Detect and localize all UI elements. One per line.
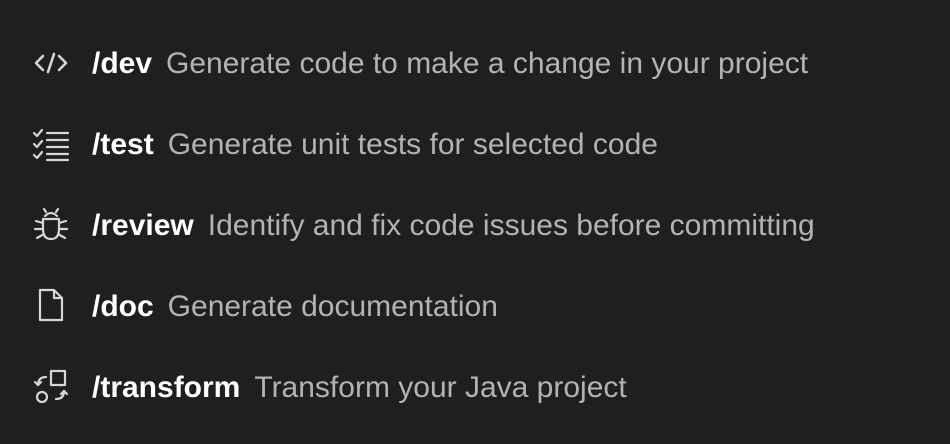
command-text: /review Identify and fix code issues befo…	[92, 196, 815, 256]
command-item-transform[interactable]: /transform Transform your Java project	[0, 358, 950, 418]
command-item-dev[interactable]: /dev Generate code to make a change in yo…	[0, 34, 950, 94]
checklist-icon	[32, 126, 70, 164]
command-text: /transform Transform your Java project	[92, 358, 627, 418]
command-description: Generate unit tests for selected code	[167, 128, 658, 161]
command-text: /test Generate unit tests for selected co…	[92, 115, 658, 175]
command-name: /test	[92, 128, 154, 161]
file-icon	[32, 286, 70, 324]
command-description: Transform your Java project	[254, 371, 627, 404]
command-description: Identify and fix code issues before comm…	[207, 209, 815, 242]
command-description: Generate code to make a change in your p…	[166, 47, 809, 80]
command-item-review[interactable]: /review Identify and fix code issues befo…	[0, 196, 950, 256]
bug-icon	[32, 207, 70, 245]
command-text: /dev Generate code to make a change in yo…	[92, 34, 808, 94]
command-name: /dev	[92, 47, 153, 80]
transform-icon	[32, 369, 70, 407]
command-menu: ​ /dev Generate code to make a change in …	[0, 0, 950, 444]
command-text: /doc Generate documentation	[92, 277, 498, 337]
code-icon	[32, 44, 70, 82]
command-item-test[interactable]: /test Generate unit tests for selected co…	[0, 115, 950, 175]
command-name: /review	[92, 209, 194, 242]
command-description: Generate documentation	[167, 290, 498, 323]
command-item-doc[interactable]: /doc Generate documentation	[0, 277, 950, 337]
command-name: /transform	[92, 371, 241, 404]
command-name: /doc	[92, 290, 154, 323]
clipped-previous-item: ​	[140, 0, 480, 4]
